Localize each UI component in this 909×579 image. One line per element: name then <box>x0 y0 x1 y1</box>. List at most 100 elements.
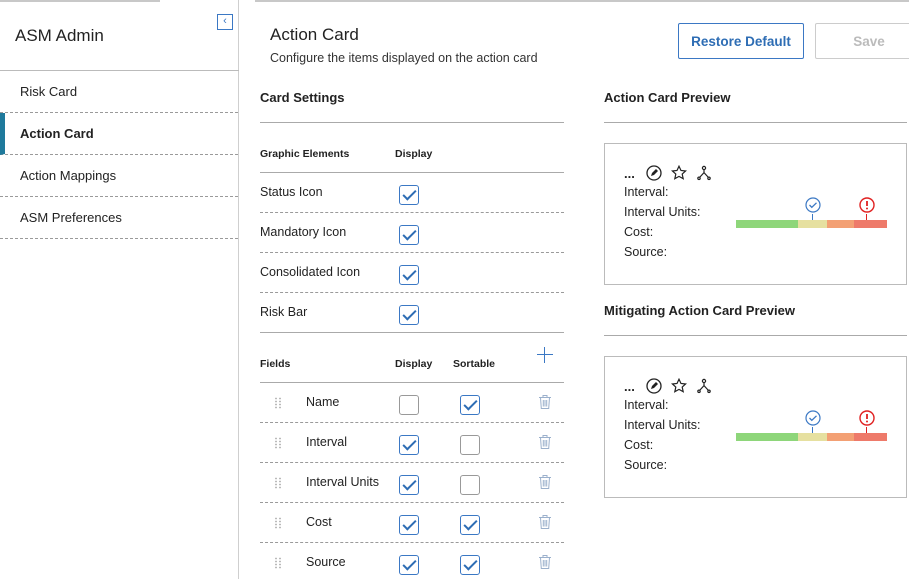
delete-icon[interactable] <box>538 514 552 530</box>
divider <box>260 382 564 383</box>
field-label: Interval <box>306 435 347 449</box>
preview-line: Cost: <box>624 438 654 452</box>
display-header: Display <box>395 148 433 160</box>
row-divider <box>260 422 564 423</box>
source-sortable-checkbox[interactable] <box>460 555 480 575</box>
name-display-checkbox[interactable] <box>399 395 419 415</box>
graphic-elements-header: Graphic Elements <box>260 148 350 160</box>
star-icon <box>670 165 687 180</box>
restore-default-button[interactable]: Restore Default <box>678 23 804 59</box>
interval-sortable-checkbox[interactable] <box>460 435 480 455</box>
preview-line: Interval: <box>624 398 669 412</box>
alert-marker-icon <box>859 197 875 213</box>
delete-icon[interactable] <box>538 434 552 450</box>
risk-bar-display-checkbox[interactable] <box>399 305 419 325</box>
divider <box>260 332 564 333</box>
interval-units-display-checkbox[interactable] <box>399 475 419 495</box>
mitigating-action-card-preview: ... Interval: Interval Units: Cost: Sour… <box>604 356 907 498</box>
row-label: Consolidated Icon <box>260 265 361 279</box>
preview-line: Source: <box>624 245 668 259</box>
card-settings-title: Card Settings <box>260 90 345 105</box>
drag-handle-icon[interactable] <box>274 397 282 409</box>
preview-line: Interval Units: <box>624 205 701 219</box>
action-card-preview: ... Interval: Interval Units: Cost: Sour… <box>604 143 907 285</box>
status-icon-display-checkbox[interactable] <box>399 185 419 205</box>
preview-line: Interval Units: <box>624 418 701 432</box>
consolidated-icon-display-checkbox[interactable] <box>399 265 419 285</box>
sidebar-title: ASM Admin <box>15 26 104 45</box>
consolidated-icon <box>697 378 711 394</box>
preview-line: Cost: <box>624 225 654 239</box>
mitigating-preview-title: Mitigating Action Card Preview <box>604 303 795 318</box>
risk-segment-yellow <box>798 433 827 441</box>
collapse-sidebar-icon[interactable]: ‹ <box>217 14 233 30</box>
risk-segment-red <box>854 433 887 441</box>
consolidated-icon <box>697 165 711 181</box>
field-label: Name <box>306 395 340 409</box>
preview-icon-row: ... <box>624 164 712 182</box>
page-subtitle: Configure the items displayed on the act… <box>270 51 538 65</box>
interval-units-sortable-checkbox[interactable] <box>460 475 480 495</box>
cost-display-checkbox[interactable] <box>399 515 419 535</box>
divider <box>260 172 564 173</box>
preview-line: Interval: <box>624 185 669 199</box>
status-marker-icon <box>805 197 821 213</box>
fields-header: Fields <box>260 358 291 370</box>
row-label: Status Icon <box>260 185 323 199</box>
sidebar: ‹ ASM Admin Risk Card Action Card Action… <box>0 0 239 579</box>
name-sortable-checkbox[interactable] <box>460 395 480 415</box>
divider <box>604 335 907 336</box>
risk-segment-red <box>854 220 887 228</box>
row-divider <box>260 252 564 253</box>
risk-bar <box>736 433 887 441</box>
interval-display-checkbox[interactable] <box>399 435 419 455</box>
preview-icon-row: ... <box>624 377 712 395</box>
row-divider <box>260 462 564 463</box>
more-icon: ... <box>624 378 635 394</box>
star-icon <box>670 378 687 393</box>
preview-line: Source: <box>624 458 668 472</box>
risk-segment-orange <box>827 433 854 441</box>
row-divider <box>260 292 564 293</box>
row-label: Risk Bar <box>260 305 308 319</box>
risk-segment-yellow <box>798 220 827 228</box>
sidebar-item-risk-card[interactable]: Risk Card <box>0 71 238 113</box>
sortable-header: Sortable <box>453 358 496 370</box>
row-label: Mandatory Icon <box>260 225 347 239</box>
status-marker-icon <box>805 410 821 426</box>
cost-sortable-checkbox[interactable] <box>460 515 480 535</box>
divider <box>604 122 907 123</box>
sidebar-item-action-card[interactable]: Action Card <box>0 113 238 155</box>
action-card-preview-title: Action Card Preview <box>604 90 731 105</box>
delete-icon[interactable] <box>538 394 552 410</box>
edit-icon <box>646 378 662 394</box>
divider <box>260 122 564 123</box>
row-divider <box>260 212 564 213</box>
field-label: Source <box>306 555 346 569</box>
top-border <box>255 0 909 2</box>
display-header: Display <box>395 358 433 370</box>
drag-handle-icon[interactable] <box>274 437 282 449</box>
drag-handle-icon[interactable] <box>274 477 282 489</box>
more-icon: ... <box>624 165 635 181</box>
row-divider <box>260 542 564 543</box>
save-button[interactable]: Save <box>815 23 909 59</box>
risk-segment-green <box>736 220 798 228</box>
row-divider <box>260 502 564 503</box>
field-label: Interval Units <box>306 475 379 489</box>
field-label: Cost <box>306 515 332 529</box>
page-title: Action Card <box>270 25 359 44</box>
risk-segment-orange <box>827 220 854 228</box>
edit-icon <box>646 165 662 181</box>
delete-icon[interactable] <box>538 554 552 570</box>
mandatory-icon-display-checkbox[interactable] <box>399 225 419 245</box>
source-display-checkbox[interactable] <box>399 555 419 575</box>
delete-icon[interactable] <box>538 474 552 490</box>
drag-handle-icon[interactable] <box>274 517 282 529</box>
risk-segment-green <box>736 433 798 441</box>
drag-handle-icon[interactable] <box>274 557 282 569</box>
add-field-icon[interactable] <box>536 346 554 364</box>
sidebar-item-asm-preferences[interactable]: ASM Preferences <box>0 197 238 239</box>
risk-bar <box>736 220 887 228</box>
sidebar-item-action-mappings[interactable]: Action Mappings <box>0 155 238 197</box>
